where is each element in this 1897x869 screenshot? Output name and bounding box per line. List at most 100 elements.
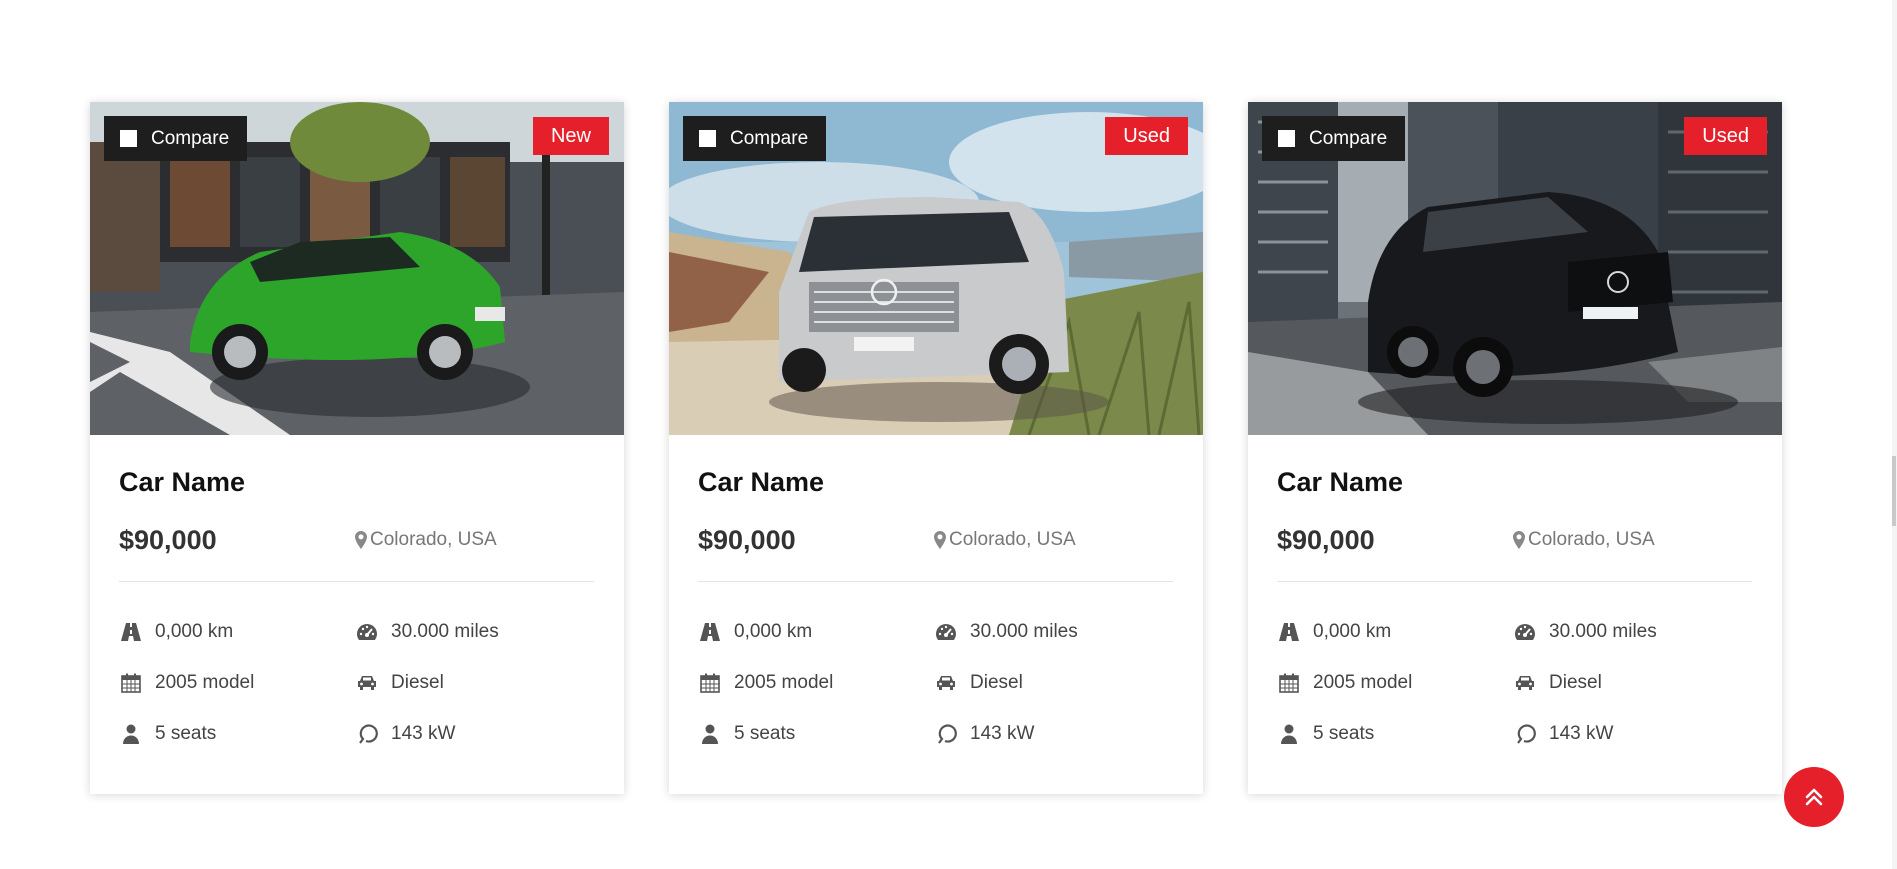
spec-seats-value: 5 seats [155,722,217,744]
user-icon [119,723,143,745]
spec-power-value: 143 kW [391,722,456,744]
power-icon [355,723,379,745]
spec-seats-value: 5 seats [1313,722,1375,744]
car-image[interactable]: Compare Used [1248,102,1782,435]
spec-mileage-value: 30.000 miles [1549,620,1657,642]
compare-label: Compare [151,127,230,149]
calendar-icon [119,672,143,694]
compare-toggle[interactable]: Compare [1262,116,1406,161]
car-location: Colorado, USA [1513,529,1655,551]
spec-distance: 0,000 km [1277,620,1513,643]
tachometer-icon [934,621,958,643]
spec-fuel-value: Diesel [1549,671,1602,693]
spec-list: 0,000 km 30.000 miles 2005 model Diesel [698,620,1173,745]
car-card[interactable]: Compare Used Car Name $90,000 Colorado, … [1248,102,1782,794]
car-price: $90,000 [119,524,217,555]
road-icon [698,621,722,643]
spec-power: 143 kW [355,722,591,745]
price-row: $90,000 Colorado, USA [698,521,1173,559]
power-icon [934,723,958,745]
spec-distance: 0,000 km [698,620,934,643]
tachometer-icon [1513,621,1537,643]
map-marker-icon [1513,531,1525,549]
map-marker-icon [355,531,367,549]
spec-fuel: Diesel [934,671,1170,694]
car-location: Colorado, USA [934,529,1076,551]
condition-badge: Used [1105,117,1188,155]
spec-mileage: 30.000 miles [355,620,591,643]
compare-label: Compare [1309,127,1388,149]
spec-fuel: Diesel [355,671,591,694]
spec-distance: 0,000 km [119,620,355,643]
spec-model: 2005 model [698,671,934,694]
compare-checkbox[interactable] [699,130,716,147]
spec-mileage-value: 30.000 miles [970,620,1078,642]
spec-distance-value: 0,000 km [155,620,234,642]
spec-model-value: 2005 model [155,671,255,693]
car-price: $90,000 [1277,524,1375,555]
compare-toggle[interactable]: Compare [104,116,248,161]
spec-mileage: 30.000 miles [934,620,1170,643]
location-text: Colorado, USA [370,529,497,550]
spec-list: 0,000 km 30.000 miles 2005 model Diesel [119,620,594,745]
car-price: $90,000 [698,524,796,555]
card-body: Car Name $90,000 Colorado, USA 0,000 km [1248,435,1782,745]
card-body: Car Name $90,000 Colorado, USA 0,000 km [669,435,1203,745]
spec-power-value: 143 kW [970,722,1035,744]
calendar-icon [698,672,722,694]
car-name[interactable]: Car Name [1277,463,1752,501]
spec-seats: 5 seats [1277,722,1513,745]
spec-power: 143 kW [1513,722,1749,745]
spec-seats-value: 5 seats [734,722,796,744]
car-image[interactable]: Compare New [90,102,624,435]
user-icon [1277,723,1301,745]
car-name[interactable]: Car Name [119,463,594,501]
divider [119,581,594,582]
double-chevron-up-icon [1805,788,1823,806]
map-marker-icon [934,531,946,549]
spec-fuel-value: Diesel [391,671,444,693]
user-icon [698,723,722,745]
spec-seats: 5 seats [119,722,355,745]
location-text: Colorado, USA [1528,529,1655,550]
condition-badge: New [532,117,609,155]
card-body: Car Name $90,000 Colorado, USA 0,000 km [90,435,624,745]
car-location: Colorado, USA [355,529,497,551]
condition-badge: Used [1684,117,1767,155]
car-card[interactable]: Compare Used Car Name $90,000 Colorado, … [669,102,1203,794]
spec-power-value: 143 kW [1549,722,1614,744]
car-icon [934,672,958,694]
car-image[interactable]: Compare Used [669,102,1203,435]
spec-distance-value: 0,000 km [734,620,813,642]
spec-model-value: 2005 model [734,671,834,693]
spec-list: 0,000 km 30.000 miles 2005 model Diesel [1277,620,1752,745]
spec-fuel-value: Diesel [970,671,1023,693]
road-icon [1277,621,1301,643]
car-card[interactable]: Compare New Car Name $90,000 Colorado, U… [90,102,624,794]
car-icon [1513,672,1537,694]
spec-mileage: 30.000 miles [1513,620,1749,643]
car-icon [355,672,379,694]
price-row: $90,000 Colorado, USA [119,521,594,559]
compare-label: Compare [730,127,809,149]
compare-checkbox[interactable] [120,130,137,147]
scroll-to-top-button[interactable] [1784,767,1844,827]
power-icon [1513,723,1537,745]
spec-model-value: 2005 model [1313,671,1413,693]
spec-power: 143 kW [934,722,1170,745]
tachometer-icon [355,621,379,643]
spec-model: 2005 model [119,671,355,694]
price-row: $90,000 Colorado, USA [1277,521,1752,559]
divider [1277,581,1752,582]
calendar-icon [1277,672,1301,694]
compare-checkbox[interactable] [1278,130,1295,147]
divider [698,581,1173,582]
spec-seats: 5 seats [698,722,934,745]
car-listing-grid: Compare New Car Name $90,000 Colorado, U… [90,102,1782,794]
car-name[interactable]: Car Name [698,463,1173,501]
spec-fuel: Diesel [1513,671,1749,694]
scrollbar-thumb[interactable] [1892,456,1896,526]
spec-mileage-value: 30.000 miles [391,620,499,642]
scrollbar-track[interactable] [1892,0,1897,869]
compare-toggle[interactable]: Compare [683,116,827,161]
